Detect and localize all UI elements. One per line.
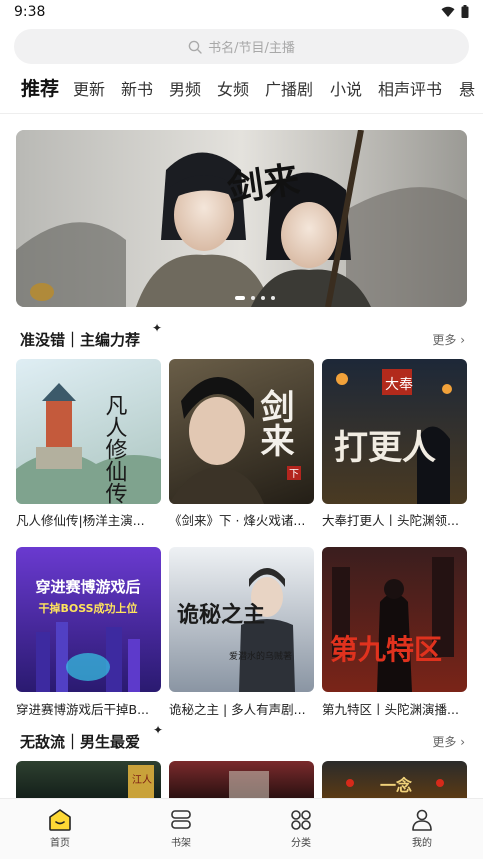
book-cover[interactable]: 大奉 打更人 xyxy=(322,359,467,504)
wifi-icon xyxy=(441,6,455,17)
book-title[interactable]: 诡秘之主 | 多人有声剧... xyxy=(169,699,314,718)
nav-bookshelf[interactable]: 书架 xyxy=(151,809,211,849)
tab-radio-drama[interactable]: 广播剧 xyxy=(265,76,313,100)
section-title-editor-picks: 准没错｜主编力荐 xyxy=(16,329,147,350)
tab-novel[interactable]: 小说 xyxy=(330,76,362,100)
book-title[interactable]: 《剑来》下 · 烽火戏诸... xyxy=(169,510,314,529)
cover-title: 诡秘之主 xyxy=(177,602,265,628)
cover-subtitle: 爱潜水的乌贼著 xyxy=(229,650,292,662)
book-cover[interactable]: 穿进赛博游戏后 干掉BOSS成功上位 xyxy=(16,547,161,692)
status-icons xyxy=(441,5,469,18)
status-bar: 9:38 xyxy=(0,0,483,26)
nav-label: 分类 xyxy=(291,838,311,849)
sparkle-icon: ✦ xyxy=(152,321,163,335)
category-tabs: 推荐 更新 新书 男频 女频 广播剧 小说 相声评书 悬 xyxy=(0,76,483,110)
cover-badge: 下 xyxy=(289,469,299,480)
pager-dot xyxy=(271,296,275,300)
cover-artwork: 江人 xyxy=(128,765,154,798)
cover-title: 剑来 xyxy=(254,388,294,457)
cover-artwork xyxy=(229,771,269,798)
tab-updates[interactable]: 更新 xyxy=(73,76,105,100)
search-icon xyxy=(188,40,202,54)
book-cover[interactable] xyxy=(169,761,314,798)
cover-artwork: 第九特区 xyxy=(330,557,454,692)
cover-title: 穿进赛博游戏后 xyxy=(35,578,140,596)
section-title-text: 无敌流｜男生最爱 xyxy=(20,733,141,751)
more-link-editor-picks[interactable]: 更多 › xyxy=(432,331,465,348)
section-title-invincible: 无敌流｜男生最爱 xyxy=(16,731,147,752)
cover-title: 第九特区 xyxy=(330,633,442,666)
chevron-right-icon: › xyxy=(460,333,465,347)
tabs-divider xyxy=(0,113,483,114)
pager-dot xyxy=(251,296,255,300)
category-icon xyxy=(291,810,311,830)
cover-title: 一念 xyxy=(380,776,413,795)
cover-badge: 大奉 xyxy=(385,377,413,393)
search-bar[interactable]: 书名/节目/主播 xyxy=(14,29,469,64)
cover-artwork: 穿进赛博游戏后 干掉BOSS成功上位 xyxy=(35,578,141,692)
book-cover[interactable]: 凡人修仙传 xyxy=(16,359,161,504)
nav-label: 书架 xyxy=(171,838,191,849)
cover-title: 打更人 xyxy=(334,428,436,468)
book-cover[interactable]: 诡秘之主 爱潜水的乌贼著 xyxy=(169,547,314,692)
book-cover[interactable]: 一念 xyxy=(322,761,467,798)
tab-female[interactable]: 女频 xyxy=(217,76,249,100)
book-title[interactable]: 第九特区丨头陀渊演播... xyxy=(322,699,467,718)
cover-subtitle: 干掉BOSS成功上位 xyxy=(38,601,137,615)
cover-artwork: 诡秘之主 爱潜水的乌贼著 xyxy=(177,568,295,692)
cover-title: 凡人修仙传 xyxy=(102,394,128,504)
book-cover[interactable]: 第九特区 xyxy=(322,547,467,692)
tab-crosstalk[interactable]: 相声评书 xyxy=(378,76,442,100)
home-icon xyxy=(49,809,71,831)
book-cover[interactable]: 江人 xyxy=(16,761,161,798)
cover-artwork: 大奉 打更人 xyxy=(334,369,452,504)
nav-category[interactable]: 分类 xyxy=(271,809,331,849)
cover-artwork: 凡人修仙传 xyxy=(16,383,161,504)
book-title[interactable]: 凡人修仙传|杨洋主演... xyxy=(16,510,161,529)
nav-home[interactable]: 首页 xyxy=(30,809,90,849)
book-title[interactable]: 大奉打更人丨头陀渊领... xyxy=(322,510,467,529)
tab-new-books[interactable]: 新书 xyxy=(121,76,153,100)
more-label: 更多 xyxy=(432,333,457,347)
banner-pager xyxy=(235,296,275,300)
sparkle-icon: ✦ xyxy=(153,723,164,737)
book-title[interactable]: 穿进赛博游戏后干掉B... xyxy=(16,699,161,718)
chevron-right-icon: › xyxy=(460,735,465,749)
book-cover[interactable]: 剑来 下 xyxy=(169,359,314,504)
cover-title: 江人 xyxy=(132,774,152,786)
nav-profile[interactable]: 我的 xyxy=(392,809,452,849)
nav-label: 首页 xyxy=(50,838,70,849)
section-title-text: 准没错｜主编力荐 xyxy=(20,331,141,349)
cover-artwork: 一念 xyxy=(346,776,444,795)
more-label: 更多 xyxy=(432,735,457,749)
bookshelf-icon xyxy=(171,810,191,829)
bottom-nav: 首页 书架 分类 我的 xyxy=(0,798,483,859)
nav-label: 我的 xyxy=(412,838,432,849)
tab-recommend[interactable]: 推荐 xyxy=(21,76,59,101)
status-time: 9:38 xyxy=(14,4,46,20)
profile-icon xyxy=(412,809,432,831)
cover-artwork: 剑来 下 xyxy=(169,376,301,504)
tab-male[interactable]: 男频 xyxy=(169,76,201,100)
hero-banner[interactable]: 剑来 xyxy=(16,130,467,307)
search-placeholder: 书名/节目/主播 xyxy=(208,41,295,56)
battery-icon xyxy=(461,5,469,18)
banner-artwork: 剑来 xyxy=(16,130,467,307)
pager-dot xyxy=(261,296,265,300)
pager-dot xyxy=(235,296,245,300)
more-link-invincible[interactable]: 更多 › xyxy=(432,733,465,750)
tab-suspense[interactable]: 悬 xyxy=(459,76,475,100)
